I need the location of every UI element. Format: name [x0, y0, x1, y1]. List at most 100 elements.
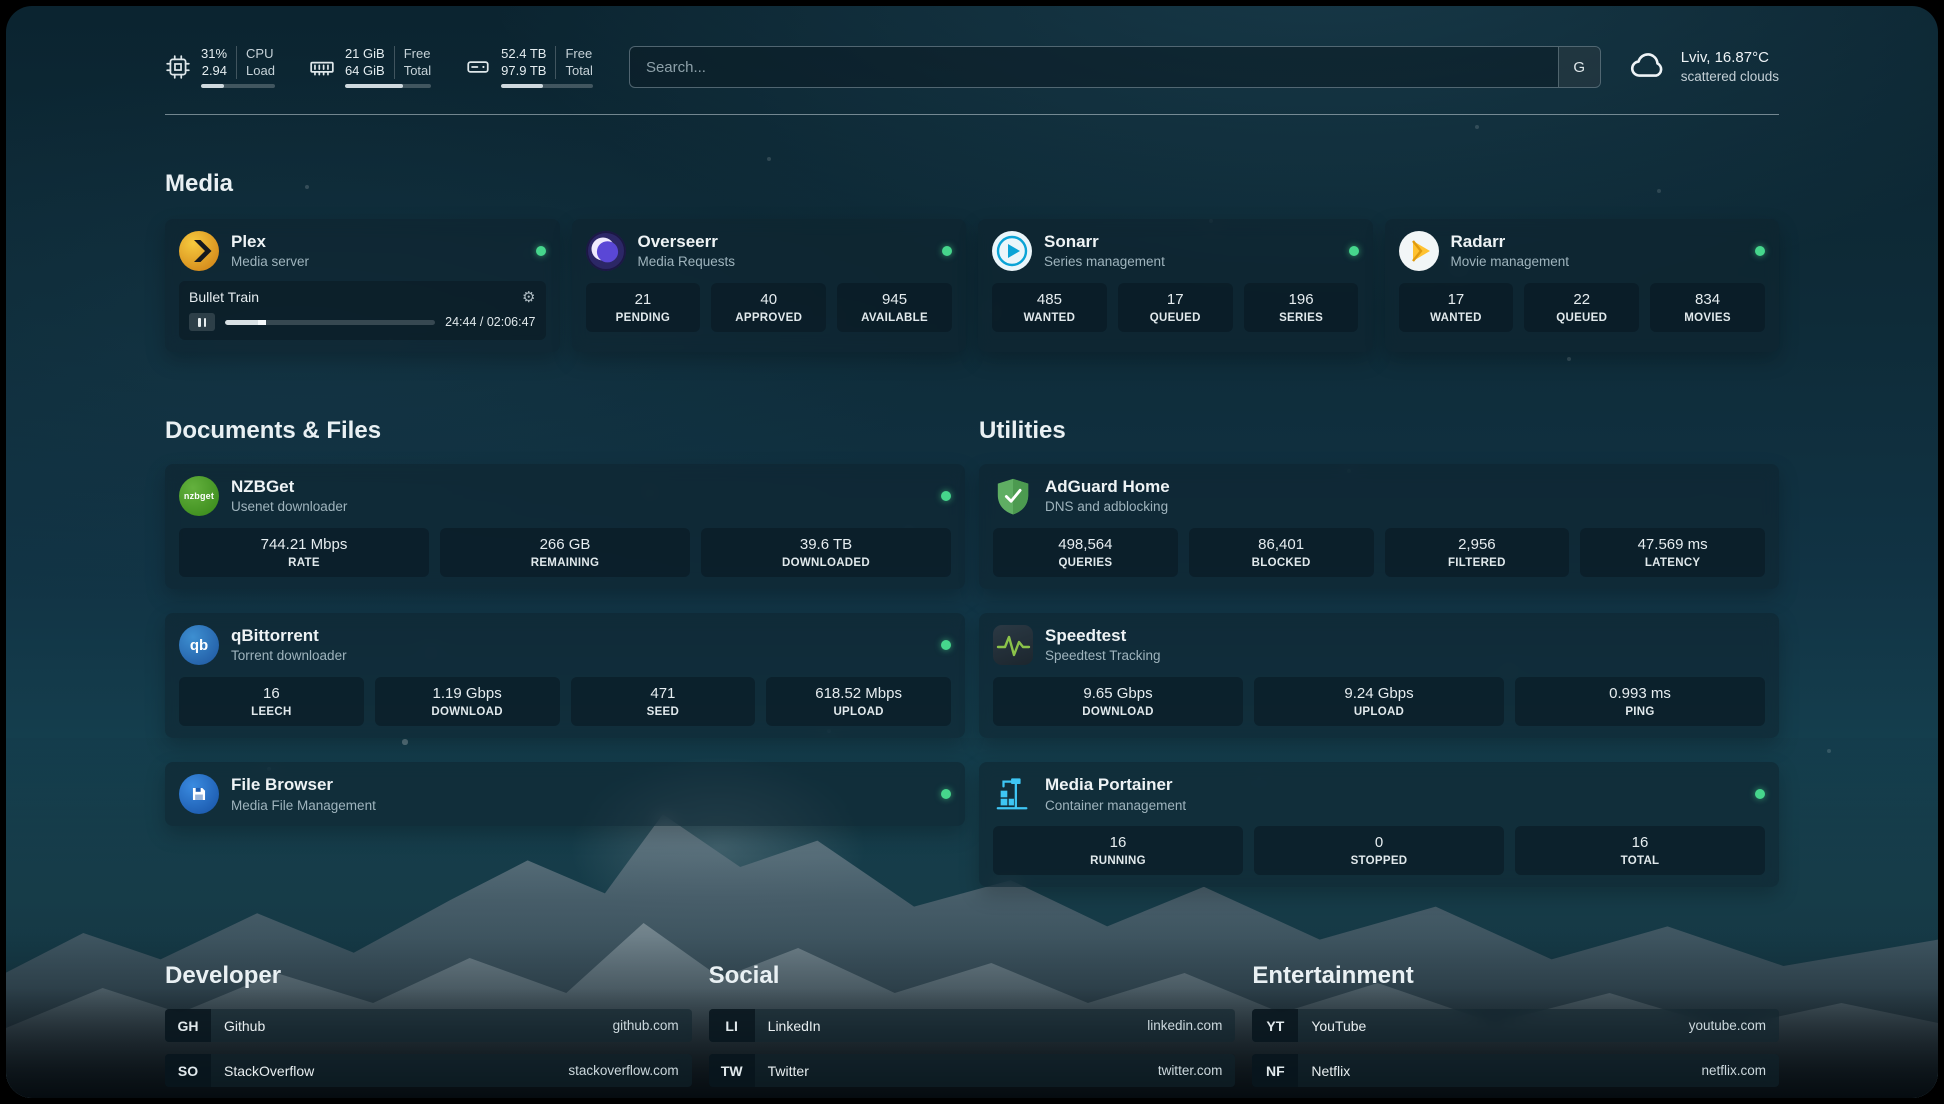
- bookmark-name: LinkedIn: [755, 1018, 821, 1034]
- stat-value: 22: [1528, 290, 1635, 309]
- service-link-filebrowser[interactable]: File Browser Media File Management: [179, 774, 951, 814]
- bookmark-youtube[interactable]: YT YouTube youtube.com: [1252, 1009, 1779, 1042]
- search-input[interactable]: [629, 46, 1601, 88]
- bookmark-name: YouTube: [1298, 1018, 1366, 1034]
- stat-value: 498,564: [997, 535, 1174, 554]
- section-title-entertainment: Entertainment: [1252, 961, 1779, 991]
- disk-progress-track: [501, 84, 593, 88]
- search-provider-button[interactable]: G: [1558, 47, 1600, 87]
- stat-value: 86,401: [1193, 535, 1370, 554]
- stat-value: 9.65 Gbps: [997, 684, 1239, 703]
- bookmark-domain: stackoverflow.com: [568, 1063, 691, 1078]
- stat-block: 0 STOPPED: [1254, 826, 1504, 875]
- settings-icon[interactable]: [522, 290, 535, 305]
- disk-widget: 52.4 TB 97.9 TB Free Total: [465, 46, 593, 89]
- now-playing-title: Bullet Train: [189, 289, 259, 305]
- stat-label: QUEUED: [1122, 310, 1229, 326]
- service-description: Container management: [1045, 798, 1186, 815]
- bookmark-name: Twitter: [755, 1063, 809, 1079]
- stat-block: 744.21 Mbps RATE: [179, 528, 429, 577]
- memory-free-value: 21 GiB: [345, 46, 385, 63]
- cpu-load-value: 2.94: [202, 63, 227, 80]
- memory-icon: [309, 54, 335, 80]
- cpu-widget: 31% 2.94 CPU Load: [165, 46, 275, 89]
- stat-label: STOPPED: [1258, 853, 1500, 869]
- stat-label: REMAINING: [444, 555, 686, 571]
- service-card-filebrowser: File Browser Media File Management: [165, 762, 965, 826]
- disk-free-label: Free: [565, 46, 592, 63]
- cpu-load-label: Load: [246, 63, 275, 80]
- status-dot: [536, 246, 546, 256]
- service-name: Sonarr: [1044, 231, 1165, 252]
- stat-block: 0.993 ms PING: [1515, 677, 1765, 726]
- service-description: Media server: [231, 254, 309, 271]
- disk-free-value: 52.4 TB: [501, 46, 546, 63]
- stat-label: APPROVED: [715, 310, 822, 326]
- service-card-overseerr: Overseerr Media Requests 21 PENDING 40 A…: [572, 219, 967, 352]
- service-link-overseerr[interactable]: Overseerr Media Requests: [586, 231, 953, 271]
- stat-value: 485: [996, 290, 1103, 309]
- stat-block: 17 QUEUED: [1118, 283, 1233, 332]
- stat-label: TOTAL: [1519, 853, 1761, 869]
- stat-label: FILTERED: [1389, 555, 1566, 571]
- bookmark-stackoverflow[interactable]: SO StackOverflow stackoverflow.com: [165, 1054, 692, 1087]
- bookmark-domain: twitter.com: [1158, 1063, 1236, 1078]
- service-link-radarr[interactable]: Radarr Movie management: [1399, 231, 1766, 271]
- weather-condition: scattered clouds: [1681, 68, 1779, 86]
- weather-location: Lviv, 16.87°C: [1681, 48, 1779, 68]
- memory-widget: 21 GiB 64 GiB Free Total: [309, 46, 431, 89]
- status-dot: [941, 789, 951, 799]
- memory-progress-track: [345, 84, 431, 88]
- cpu-progress-track: [201, 84, 275, 88]
- speedtest-icon: [993, 625, 1033, 665]
- service-link-portainer[interactable]: Media Portainer Container management: [993, 774, 1765, 814]
- stat-block: 266 GB REMAINING: [440, 528, 690, 577]
- service-name: File Browser: [231, 774, 376, 795]
- bookmarks-entertainment: Entertainment YT YouTube youtube.com NF …: [1252, 941, 1779, 1098]
- service-name: AdGuard Home: [1045, 476, 1170, 497]
- service-link-adguard[interactable]: AdGuard Home DNS and adblocking: [993, 476, 1765, 516]
- media-cards-row: Plex Media server Bullet Train: [165, 219, 1779, 352]
- stat-label: RUNNING: [997, 853, 1239, 869]
- stat-block: 485 WANTED: [992, 283, 1107, 332]
- snow-particles: [6, 6, 8, 8]
- bookmark-domain: linkedin.com: [1147, 1018, 1235, 1033]
- service-link-nzbget[interactable]: nzbget NZBGet Usenet downloader: [179, 476, 951, 516]
- bookmark-github[interactable]: GH Github github.com: [165, 1009, 692, 1042]
- stat-block: 1.19 Gbps DOWNLOAD: [375, 677, 560, 726]
- playback-time: 24:44 / 02:06:47: [445, 315, 535, 329]
- stat-value: 17: [1403, 290, 1510, 309]
- stat-value: 834: [1654, 290, 1761, 309]
- service-link-qbittorrent[interactable]: qb qBittorrent Torrent downloader: [179, 625, 951, 665]
- stat-block: 196 SERIES: [1244, 283, 1359, 332]
- service-link-plex[interactable]: Plex Media server: [179, 231, 546, 271]
- service-card-sonarr: Sonarr Series management 485 WANTED 17 Q…: [978, 219, 1373, 352]
- service-stats: 21 PENDING 40 APPROVED 945 AVAILABLE: [586, 283, 953, 332]
- service-card-qbittorrent: qb qBittorrent Torrent downloader 16 LEE…: [165, 613, 965, 738]
- stat-block: 2,956 FILTERED: [1385, 528, 1570, 577]
- bookmark-linkedin[interactable]: LI LinkedIn linkedin.com: [709, 1009, 1236, 1042]
- stat-value: 21: [590, 290, 697, 309]
- playback-progress-bar[interactable]: [225, 320, 435, 325]
- stat-label: MOVIES: [1654, 310, 1761, 326]
- service-card-nzbget: nzbget NZBGet Usenet downloader 744.21 M…: [165, 464, 965, 589]
- stat-value: 196: [1248, 290, 1355, 309]
- service-card-plex: Plex Media server Bullet Train: [165, 219, 560, 352]
- service-card-speedtest: Speedtest Speedtest Tracking 9.65 Gbps D…: [979, 613, 1779, 738]
- memory-progress-fill: [345, 84, 403, 88]
- stat-label: PING: [1519, 704, 1761, 720]
- stat-block: 16 LEECH: [179, 677, 364, 726]
- status-dot: [1755, 246, 1765, 256]
- bookmark-twitter[interactable]: TW Twitter twitter.com: [709, 1054, 1236, 1087]
- bookmark-netflix[interactable]: NF Netflix netflix.com: [1252, 1054, 1779, 1087]
- service-link-speedtest[interactable]: Speedtest Speedtest Tracking: [993, 625, 1765, 665]
- stat-value: 0.993 ms: [1519, 684, 1761, 703]
- overseerr-icon: [586, 231, 626, 271]
- cpu-usage-label: CPU: [246, 46, 273, 63]
- pause-button[interactable]: [189, 313, 215, 331]
- service-link-sonarr[interactable]: Sonarr Series management: [992, 231, 1359, 271]
- stat-label: WANTED: [996, 310, 1103, 326]
- stat-block: 16 TOTAL: [1515, 826, 1765, 875]
- top-bar: 31% 2.94 CPU Load: [165, 36, 1779, 98]
- memory-free-label: Free: [404, 46, 431, 63]
